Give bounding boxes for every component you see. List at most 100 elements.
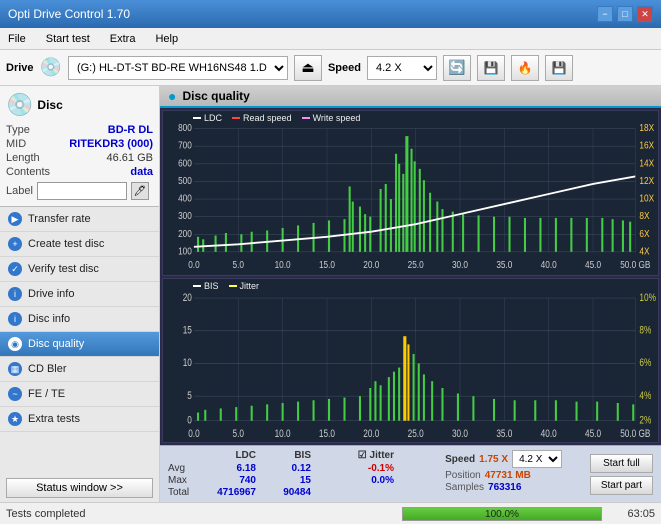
svg-text:0.0: 0.0 (188, 428, 199, 440)
burn-button[interactable]: 🔥 (511, 55, 539, 81)
ldc-chart: LDC Read speed Write speed (162, 110, 659, 276)
sidebar: 💿 Disc Type BD-R DL MID RITEKDR3 (000) L… (0, 86, 160, 502)
svg-text:18X: 18X (639, 122, 654, 133)
disc-button[interactable]: 💾 (477, 55, 505, 81)
svg-text:20: 20 (183, 291, 192, 303)
jitter-header-text: Jitter (370, 450, 394, 461)
writespeed-legend-label: Write speed (313, 113, 361, 123)
menu-extra[interactable]: Extra (106, 31, 140, 47)
writespeed-legend-item: Write speed (302, 113, 361, 123)
writespeed-legend-color (302, 117, 310, 119)
svg-text:25.0: 25.0 (408, 428, 424, 440)
svg-text:15.0: 15.0 (319, 259, 335, 270)
sidebar-item-cd-bler-label: CD Bler (28, 363, 67, 375)
refresh-button[interactable]: 🔄 (443, 55, 471, 81)
eject-button[interactable]: ⏏ (294, 55, 322, 81)
start-full-button[interactable]: Start full (590, 454, 653, 473)
menu-start-test[interactable]: Start test (42, 31, 94, 47)
label-input[interactable] (37, 182, 127, 200)
svg-text:45.0: 45.0 (585, 259, 601, 270)
svg-text:12X: 12X (639, 175, 654, 186)
sidebar-item-create-test-disc[interactable]: + Create test disc (0, 232, 159, 257)
sidebar-nav: ▶ Transfer rate + Create test disc ✓ Ver… (0, 207, 159, 474)
svg-text:50.0 GB: 50.0 GB (620, 259, 650, 270)
avg-label: Avg (168, 463, 204, 474)
disc-mid-row: MID RITEKDR3 (000) (6, 138, 153, 150)
svg-text:4%: 4% (639, 389, 651, 401)
sidebar-item-extra-tests-label: Extra tests (28, 413, 80, 425)
main-layout: 💿 Disc Type BD-R DL MID RITEKDR3 (000) L… (0, 86, 661, 502)
svg-text:6%: 6% (639, 357, 651, 369)
disc-header: 💿 Disc (6, 92, 153, 118)
sidebar-item-cd-bler[interactable]: ▦ CD Bler (0, 357, 159, 382)
speed-label: Speed (328, 62, 361, 74)
svg-text:16X: 16X (639, 140, 654, 151)
sidebar-item-transfer-rate[interactable]: ▶ Transfer rate (0, 207, 159, 232)
close-button[interactable]: ✕ (637, 6, 653, 22)
bis-legend-color (193, 285, 201, 287)
sidebar-item-fe-te-label: FE / TE (28, 388, 65, 400)
speed-selector[interactable]: 4.2 X (367, 56, 437, 80)
svg-text:45.0: 45.0 (585, 428, 601, 440)
drive-selector[interactable]: (G:) HL-DT-ST BD-RE WH16NS48 1.D3 (68, 56, 288, 80)
menu-help[interactable]: Help (151, 31, 182, 47)
stats-headers: LDC BIS ☑ Jitter (168, 450, 445, 461)
status-text: Tests completed (6, 508, 394, 520)
verify-test-disc-icon: ✓ (8, 262, 22, 276)
transfer-rate-icon: ▶ (8, 212, 22, 226)
total-bis: 90484 (264, 487, 319, 498)
status-window-button[interactable]: Status window >> (6, 478, 153, 498)
max-bis: 15 (264, 475, 319, 486)
drive-icon: 💿 (40, 57, 62, 78)
sidebar-item-drive-info[interactable]: i Drive info (0, 282, 159, 307)
speed-dropdown[interactable]: 4.2 X (512, 450, 562, 468)
content-area: ● Disc quality LDC Read speed (160, 86, 661, 502)
bis-header: BIS (264, 450, 319, 461)
position-row: Position 47731 MB (445, 470, 584, 481)
sidebar-item-disc-info[interactable]: i Disc info (0, 307, 159, 332)
chart1-svg: 800 700 600 500 400 300 200 100 18X 16X … (163, 111, 658, 275)
disc-type-row: Type BD-R DL (6, 124, 153, 136)
fe-te-icon: ~ (8, 387, 22, 401)
minimize-button[interactable]: − (597, 6, 613, 22)
svg-text:4X: 4X (639, 246, 649, 257)
svg-text:200: 200 (178, 228, 192, 239)
disc-info-panel: 💿 Disc Type BD-R DL MID RITEKDR3 (000) L… (0, 86, 159, 207)
progress-text: 100.0% (403, 508, 601, 522)
maximize-button[interactable]: □ (617, 6, 633, 22)
statusbar: Tests completed 100.0% 63:05 (0, 502, 661, 524)
sidebar-item-extra-tests[interactable]: ★ Extra tests (0, 407, 159, 432)
svg-text:30.0: 30.0 (452, 259, 468, 270)
max-ldc: 740 (204, 475, 264, 486)
ldc-header: LDC (204, 450, 264, 461)
samples-label: Samples (445, 482, 484, 493)
sidebar-item-drive-info-label: Drive info (28, 288, 74, 300)
svg-text:5: 5 (187, 389, 192, 401)
svg-text:8X: 8X (639, 210, 649, 221)
disc-quality-icon: ◉ (8, 337, 22, 351)
svg-text:10X: 10X (639, 193, 654, 204)
label-edit-button[interactable]: 🖊 (131, 182, 149, 200)
avg-ldc: 6.18 (204, 463, 264, 474)
svg-text:35.0: 35.0 (496, 259, 512, 270)
save-button[interactable]: 💾 (545, 55, 573, 81)
start-part-button[interactable]: Start part (590, 476, 653, 495)
sidebar-item-verify-test-disc-label: Verify test disc (28, 263, 99, 275)
mid-label: MID (6, 138, 26, 150)
jitter-checkbox[interactable]: ☑ (358, 450, 367, 461)
sidebar-item-disc-quality[interactable]: ◉ Disc quality (0, 332, 159, 357)
total-ldc: 4716967 (204, 487, 264, 498)
menu-file[interactable]: File (4, 31, 30, 47)
total-label: Total (168, 487, 204, 498)
samples-row: Samples 763316 (445, 482, 584, 493)
svg-text:6X: 6X (639, 228, 649, 239)
sidebar-item-fe-te[interactable]: ~ FE / TE (0, 382, 159, 407)
max-jitter: 0.0% (339, 475, 394, 486)
sidebar-item-verify-test-disc[interactable]: ✓ Verify test disc (0, 257, 159, 282)
length-label: Length (6, 152, 40, 164)
svg-text:10%: 10% (639, 291, 656, 303)
svg-text:400: 400 (178, 193, 192, 204)
svg-text:2%: 2% (639, 414, 651, 426)
window-controls: − □ ✕ (597, 6, 653, 22)
label-label: Label (6, 185, 33, 197)
